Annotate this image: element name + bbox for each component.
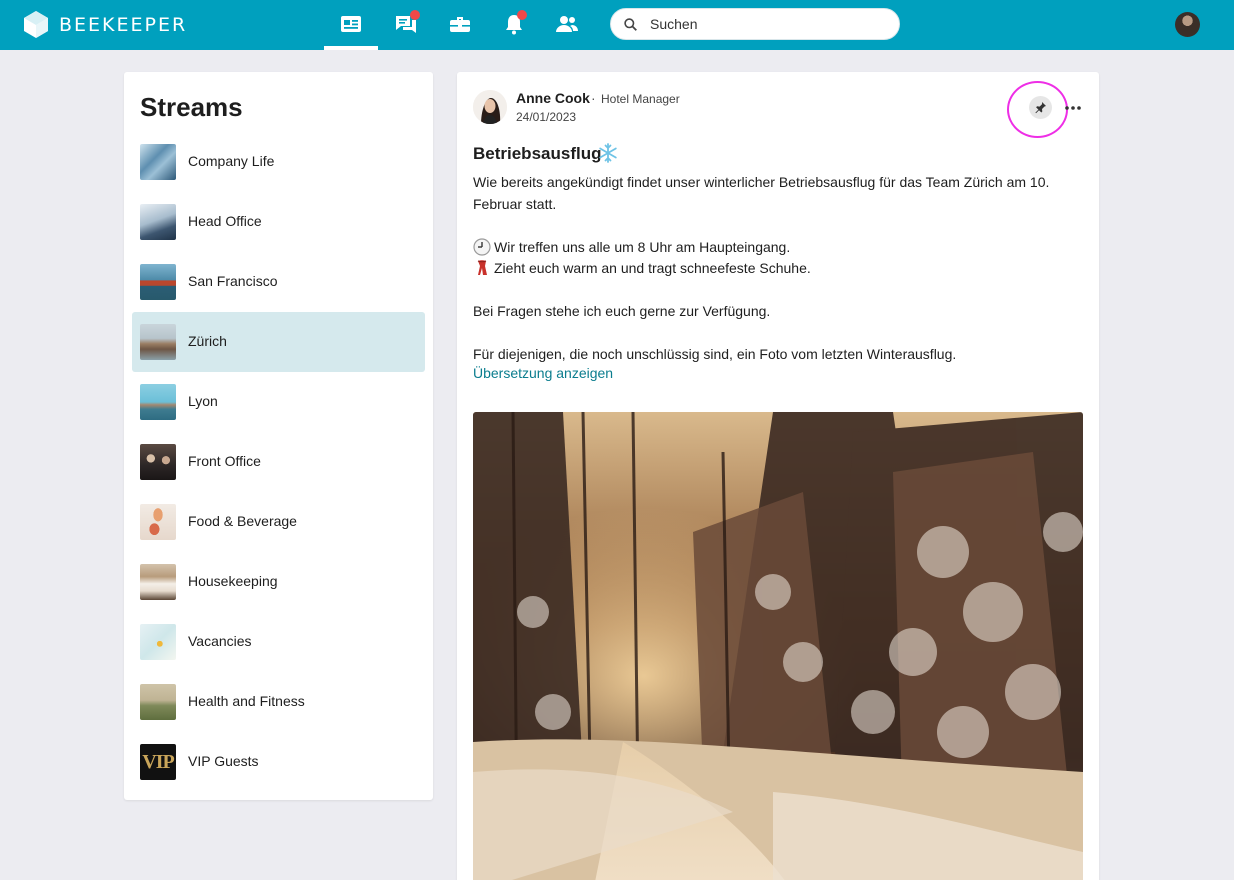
post-body-line: Wie bereits angekündigt findet unser win…: [473, 174, 1050, 212]
stream-thumbnail: [140, 324, 176, 360]
hexagon-logo-icon: [24, 11, 48, 38]
stream-item-vacancies[interactable]: Vacancies: [132, 612, 425, 672]
toolbox-icon[interactable]: [448, 12, 472, 36]
clock-icon: [473, 237, 491, 256]
stream-item-zurich[interactable]: Zürich: [132, 312, 425, 372]
stream-item-housekeeping[interactable]: Housekeeping: [132, 552, 425, 612]
more-options-icon[interactable]: [1064, 104, 1082, 112]
snowflake-icon: [599, 143, 617, 163]
post-card: Anne Cook · Hotel Manager 24/01/2023 Bet…: [457, 72, 1099, 880]
stream-item-company-life[interactable]: Company Life: [132, 132, 425, 192]
post-body-text: Zieht euch warm an und tragt schneefeste…: [494, 260, 811, 276]
stream-thumbnail: VIP: [140, 744, 176, 780]
stream-label: Housekeeping: [188, 573, 278, 589]
stream-label: Company Life: [188, 153, 275, 169]
stream-item-head-office[interactable]: Head Office: [132, 192, 425, 252]
stream-thumbnail: [140, 624, 176, 660]
stream-thumbnail: [140, 264, 176, 300]
user-avatar[interactable]: [1175, 12, 1200, 37]
stream-label: Head Office: [188, 213, 262, 229]
post-body-line: Wir treffen uns alle um 8 Uhr am Hauptei…: [473, 237, 1073, 259]
search-icon: [624, 18, 637, 31]
search-input[interactable]: [650, 9, 890, 39]
stream-thumbnail: [140, 444, 176, 480]
stream-thumbnail: [140, 204, 176, 240]
post-body-line: Bei Fragen stehe ich euch gerne zur Verf…: [473, 303, 771, 319]
notification-badge: [517, 10, 527, 20]
stream-label: San Francisco: [188, 273, 278, 289]
stream-item-san-francisco[interactable]: San Francisco: [132, 252, 425, 312]
post-title: Betriebsausflug: [473, 144, 602, 163]
people-icon[interactable]: [555, 12, 579, 36]
stream-label: Zürich: [188, 333, 227, 349]
post-body-line: Für diejenigen, die noch unschlüssig sin…: [473, 346, 957, 362]
beekeeper-logo[interactable]: BEEKEEPER: [24, 11, 187, 38]
author-separator: ·: [591, 90, 596, 106]
stream-thumbnail: [140, 384, 176, 420]
post-body-line: Zieht euch warm an und tragt schneefeste…: [473, 258, 1073, 280]
stream-thumbnail: [140, 564, 176, 600]
author-avatar[interactable]: [473, 90, 507, 124]
stream-thumbnail: [140, 144, 176, 180]
post-image-winter-forest[interactable]: [473, 412, 1083, 880]
stream-item-food-beverage[interactable]: Food & Beverage: [132, 492, 425, 552]
author-name[interactable]: Anne Cook: [516, 90, 590, 106]
newsfeed-icon[interactable]: [339, 12, 363, 36]
author-role: Hotel Manager: [601, 92, 680, 106]
post-body: Wie bereits angekündigt findet unser win…: [473, 172, 1073, 366]
post-body-line: [473, 215, 1073, 237]
stream-label: Vacancies: [188, 633, 252, 649]
stream-label: Health and Fitness: [188, 693, 305, 709]
streams-heading: Streams: [140, 92, 243, 122]
translate-link[interactable]: Übersetzung anzeigen: [473, 365, 613, 381]
scarf-icon: [477, 260, 487, 275]
stream-label: VIP Guests: [188, 753, 259, 769]
pin-button[interactable]: [1029, 96, 1052, 119]
top-navigation-bar: BEEKEEPER: [0, 0, 1234, 50]
post-body-line: [473, 323, 1073, 345]
stream-thumbnail: [140, 684, 176, 720]
chat-notification-badge: [410, 10, 420, 20]
stream-label: Front Office: [188, 453, 261, 469]
post-date: 24/01/2023: [516, 110, 577, 124]
stream-item-lyon[interactable]: Lyon: [132, 372, 425, 432]
pin-icon: [1035, 102, 1046, 114]
stream-thumbnail: [140, 504, 176, 540]
post-body-line: [473, 280, 1073, 302]
brand-name: BEEKEEPER: [59, 13, 188, 36]
stream-item-vip-guests[interactable]: VIP VIP Guests: [132, 732, 425, 792]
stream-item-front-office[interactable]: Front Office: [132, 432, 425, 492]
post-body-text: Wir treffen uns alle um 8 Uhr am Hauptei…: [494, 238, 791, 255]
stream-label: Lyon: [188, 393, 218, 409]
streams-panel: Streams Company Life Head Office San Fra…: [124, 72, 433, 800]
stream-label: Food & Beverage: [188, 513, 297, 529]
search-bar[interactable]: [610, 8, 900, 40]
stream-item-health-fitness[interactable]: Health and Fitness: [132, 672, 425, 732]
active-tab-indicator: [324, 46, 378, 50]
